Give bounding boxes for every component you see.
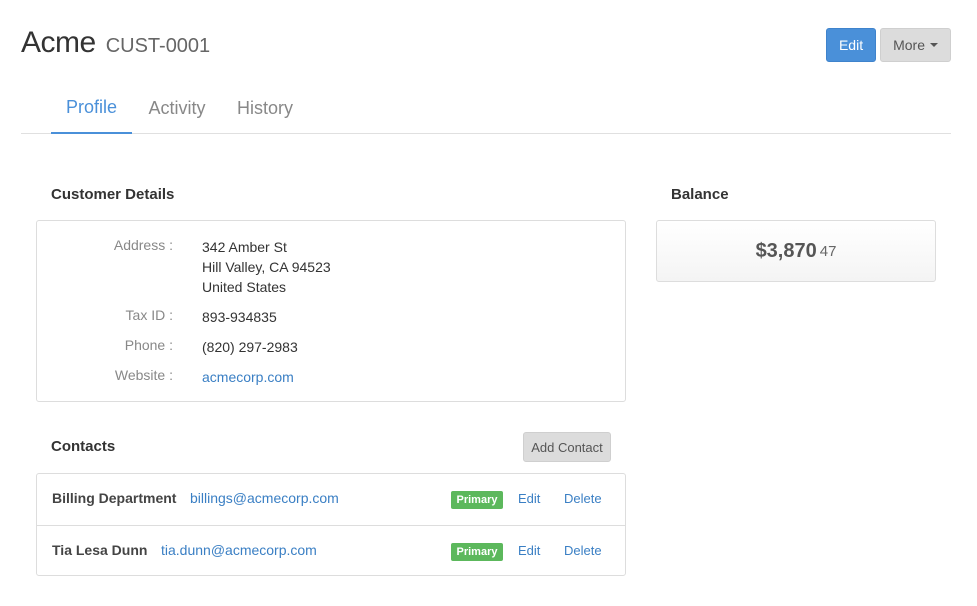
contact-edit-link[interactable]: Edit: [518, 543, 540, 558]
tab-history[interactable]: History: [235, 82, 295, 134]
tax-id-value: 893-934835: [202, 309, 277, 325]
contact-edit-link[interactable]: Edit: [518, 491, 540, 506]
balance-panel: $3,870 47: [656, 220, 936, 282]
address-line-1: 342 Amber St: [202, 239, 287, 255]
website-label: Website :: [114, 367, 173, 383]
customer-name: Acme: [21, 26, 96, 59]
customer-details-title: Customer Details: [51, 186, 175, 203]
phone-label: Phone :: [124, 337, 173, 353]
more-dropdown-button[interactable]: More: [880, 28, 951, 62]
phone-value: (820) 297-2983: [202, 339, 298, 355]
address-value: 342 Amber St Hill Valley, CA 94523 Unite…: [202, 237, 331, 297]
contacts-list: Billing Department billings@acmecorp.com…: [36, 473, 626, 576]
header-actions: Edit More: [825, 28, 951, 62]
more-button-label: More: [893, 37, 925, 53]
address-line-3: United States: [202, 279, 287, 295]
tab-bar: Profile Activity History: [21, 82, 951, 134]
customer-id: CUST-0001: [105, 35, 211, 57]
primary-badge: Primary: [451, 543, 503, 561]
contact-email-link[interactable]: tia.dunn@acmecorp.com: [161, 542, 317, 558]
edit-button[interactable]: Edit: [825, 28, 877, 62]
balance-amount: $3,870: [755, 239, 817, 262]
contact-name: Billing Department: [52, 490, 177, 506]
contact-row: Tia Lesa Dunn tia.dunn@acmecorp.com Prim…: [37, 525, 625, 576]
contacts-title: Contacts: [51, 438, 116, 455]
tab-activity[interactable]: Activity: [145, 82, 209, 134]
primary-badge: Primary: [451, 491, 503, 509]
address-label: Address :: [113, 237, 173, 253]
contact-name: Tia Lesa Dunn: [52, 542, 148, 558]
edit-button-label: Edit: [838, 37, 864, 53]
balance-cents: 47: [819, 242, 837, 260]
customer-details-panel: Address : 342 Amber St Hill Valley, CA 9…: [36, 220, 626, 402]
add-contact-button[interactable]: Add Contact: [523, 432, 611, 462]
contact-row: Billing Department billings@acmecorp.com…: [37, 474, 625, 525]
tax-id-label: Tax ID :: [125, 307, 173, 323]
tab-profile[interactable]: Profile: [51, 82, 132, 134]
contact-email-link[interactable]: billings@acmecorp.com: [190, 490, 339, 506]
address-line-2: Hill Valley, CA 94523: [202, 259, 331, 275]
caret-down-icon: [930, 43, 938, 47]
page-header: Acme CUST-0001: [21, 26, 210, 60]
contact-delete-link[interactable]: Delete: [564, 543, 602, 558]
contact-delete-link[interactable]: Delete: [564, 491, 602, 506]
balance-title: Balance: [671, 186, 729, 203]
website-link[interactable]: acmecorp.com: [202, 367, 294, 387]
